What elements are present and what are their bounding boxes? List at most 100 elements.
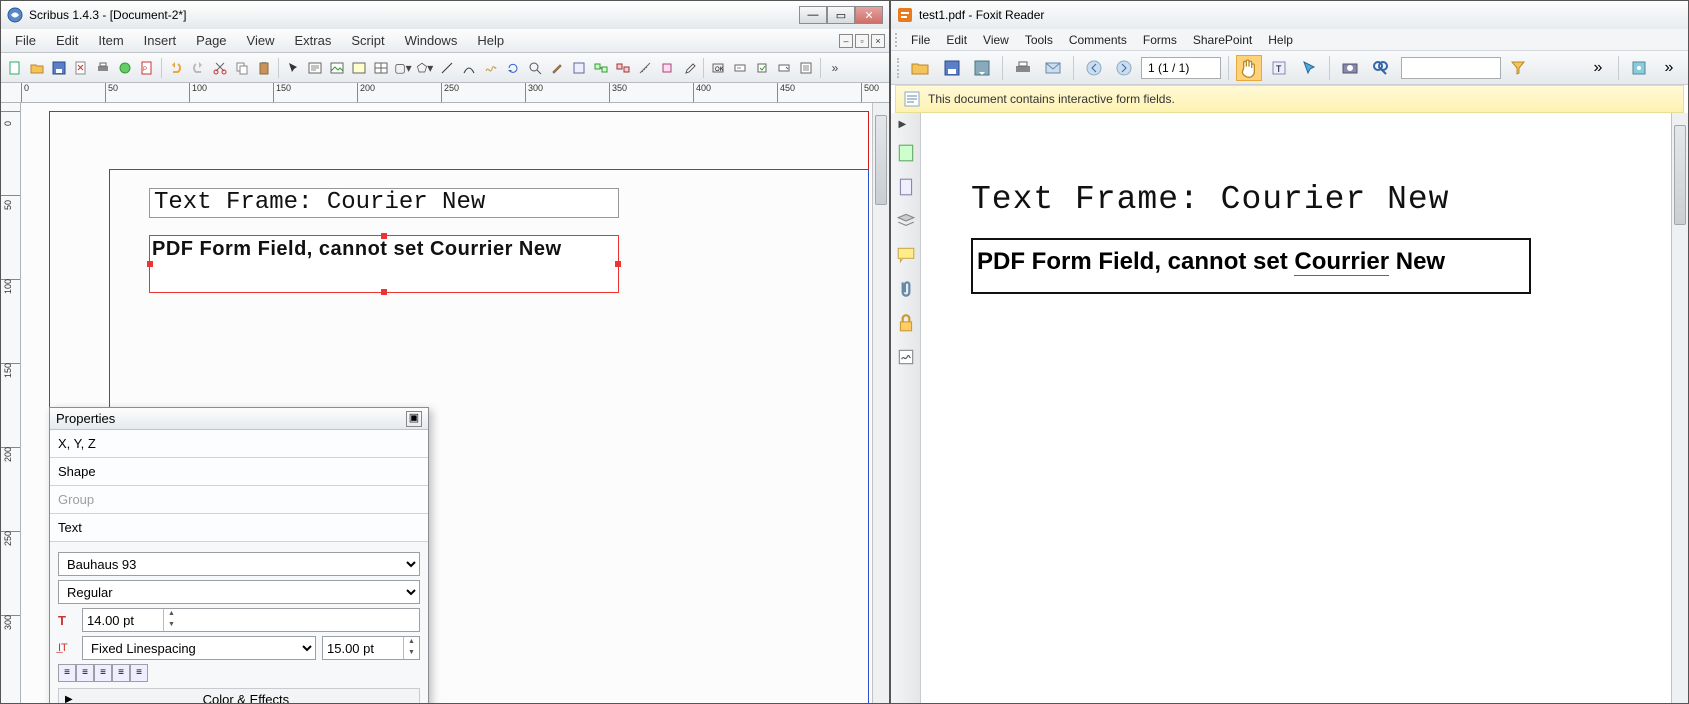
toolbar-grip[interactable] — [897, 58, 901, 78]
linespacing-mode-select[interactable]: Fixed Linespacing — [82, 636, 316, 660]
menubar-grip[interactable] — [895, 33, 899, 47]
resize-handle[interactable] — [147, 261, 153, 267]
linespacing-spinner[interactable]: ▲▼ — [322, 636, 420, 660]
menu-file[interactable]: File — [5, 30, 46, 51]
align-forced-button[interactable]: ≡ — [130, 664, 148, 682]
resize-handle[interactable] — [381, 233, 387, 239]
link-frames-icon[interactable] — [591, 58, 611, 78]
shape-icon[interactable]: ▢▾ — [393, 58, 413, 78]
pdf-listbox-icon[interactable] — [796, 58, 816, 78]
linespacing-input[interactable] — [323, 637, 403, 659]
unlink-frames-icon[interactable] — [613, 58, 633, 78]
menu-item[interactable]: Item — [88, 30, 133, 51]
signatures-icon[interactable] — [896, 347, 916, 367]
paste-icon[interactable] — [254, 58, 274, 78]
resize-handle[interactable] — [615, 261, 621, 267]
pdf-combobox-icon[interactable] — [774, 58, 794, 78]
eyedropper-icon[interactable] — [679, 58, 699, 78]
font-family-select[interactable]: Bauhaus 93 — [58, 552, 420, 576]
pdf-checkbox-icon[interactable] — [752, 58, 772, 78]
measure-icon[interactable] — [635, 58, 655, 78]
toolbar-overflow-icon[interactable]: » — [825, 58, 845, 78]
maximize-button[interactable]: ▭ — [827, 6, 855, 24]
pdf-textfield-icon[interactable] — [730, 58, 750, 78]
preflight-icon[interactable] — [115, 58, 135, 78]
save-as-icon[interactable] — [969, 55, 995, 81]
copy-icon[interactable] — [232, 58, 252, 78]
mdi-minimize-button[interactable]: – — [839, 34, 853, 48]
spin-down[interactable]: ▼ — [403, 648, 419, 659]
imageframe-icon[interactable] — [327, 58, 347, 78]
text-frame[interactable]: Text Frame: Courier New — [149, 188, 619, 218]
save-icon[interactable] — [939, 55, 965, 81]
menu-script[interactable]: Script — [341, 30, 394, 51]
menu-page[interactable]: Page — [186, 30, 236, 51]
snapshot-icon[interactable] — [1337, 55, 1363, 81]
redo-icon[interactable] — [188, 58, 208, 78]
select-text-icon[interactable]: T — [1266, 55, 1292, 81]
spin-up[interactable]: ▲ — [163, 609, 179, 620]
menu-help[interactable]: Help — [1260, 31, 1301, 49]
print-icon[interactable] — [93, 58, 113, 78]
vertical-scrollbar[interactable] — [1671, 113, 1688, 703]
font-size-spinner[interactable]: ▲▼ — [82, 608, 420, 632]
cut-icon[interactable] — [210, 58, 230, 78]
align-left-button[interactable]: ≡ — [58, 664, 76, 682]
properties-tab-text[interactable]: Text — [50, 514, 428, 542]
menu-tools[interactable]: Tools — [1017, 31, 1061, 49]
spin-down[interactable]: ▼ — [163, 620, 179, 631]
line-icon[interactable] — [437, 58, 457, 78]
menu-extras[interactable]: Extras — [285, 30, 342, 51]
menu-windows[interactable]: Windows — [395, 30, 468, 51]
toolbar-overflow2-icon[interactable]: » — [1656, 55, 1682, 81]
table-icon[interactable] — [371, 58, 391, 78]
menu-help[interactable]: Help — [467, 30, 514, 51]
menu-file[interactable]: File — [903, 31, 938, 49]
bezier-icon[interactable] — [459, 58, 479, 78]
toolbar-overflow-icon[interactable]: » — [1585, 55, 1611, 81]
find-input[interactable] — [1401, 57, 1501, 79]
print-icon[interactable] — [1010, 55, 1036, 81]
find-icon[interactable] — [1367, 55, 1393, 81]
close-button[interactable]: ✕ — [855, 6, 883, 24]
font-style-select[interactable]: Regular — [58, 580, 420, 604]
pages-icon[interactable] — [896, 177, 916, 197]
comments-icon[interactable] — [896, 245, 916, 265]
story-editor-icon[interactable] — [569, 58, 589, 78]
bookmarks-icon[interactable] — [896, 143, 916, 163]
find-options-icon[interactable] — [1505, 55, 1531, 81]
settings-icon[interactable] — [1626, 55, 1652, 81]
new-icon[interactable] — [5, 58, 25, 78]
rendering-icon[interactable] — [349, 58, 369, 78]
menu-forms[interactable]: Forms — [1135, 31, 1185, 49]
attachments-icon[interactable] — [896, 279, 916, 299]
mdi-restore-button[interactable]: ▫ — [855, 34, 869, 48]
pdf-button-icon[interactable]: OK — [708, 58, 728, 78]
expand-nav-button[interactable]: ▶ — [899, 119, 913, 129]
open-icon[interactable] — [905, 53, 935, 83]
pdf-page[interactable]: Text Frame: Courier New PDF Form Field, … — [921, 113, 1671, 703]
scroll-thumb[interactable] — [875, 115, 887, 205]
font-size-input[interactable] — [83, 609, 163, 631]
security-icon[interactable] — [896, 313, 916, 333]
select-icon[interactable] — [283, 58, 303, 78]
resize-handle[interactable] — [381, 289, 387, 295]
align-center-button[interactable]: ≡ — [76, 664, 94, 682]
properties-titlebar[interactable]: Properties ▣ — [50, 408, 428, 430]
properties-tab-shape[interactable]: Shape — [50, 458, 428, 486]
rotate-icon[interactable] — [503, 58, 523, 78]
prev-page-icon[interactable] — [1081, 55, 1107, 81]
menu-sharepoint[interactable]: SharePoint — [1185, 31, 1260, 49]
next-page-icon[interactable] — [1111, 55, 1137, 81]
minimize-button[interactable]: — — [799, 6, 827, 24]
properties-close-button[interactable]: ▣ — [406, 411, 422, 427]
menu-edit[interactable]: Edit — [938, 31, 975, 49]
save-icon[interactable] — [49, 58, 69, 78]
copy-props-icon[interactable] — [657, 58, 677, 78]
layers-icon[interactable] — [896, 211, 916, 231]
undo-icon[interactable] — [166, 58, 186, 78]
freehand-icon[interactable] — [481, 58, 501, 78]
email-icon[interactable] — [1040, 55, 1066, 81]
mdi-close-button[interactable]: × — [871, 34, 885, 48]
properties-tab-xyz[interactable]: X, Y, Z — [50, 430, 428, 458]
